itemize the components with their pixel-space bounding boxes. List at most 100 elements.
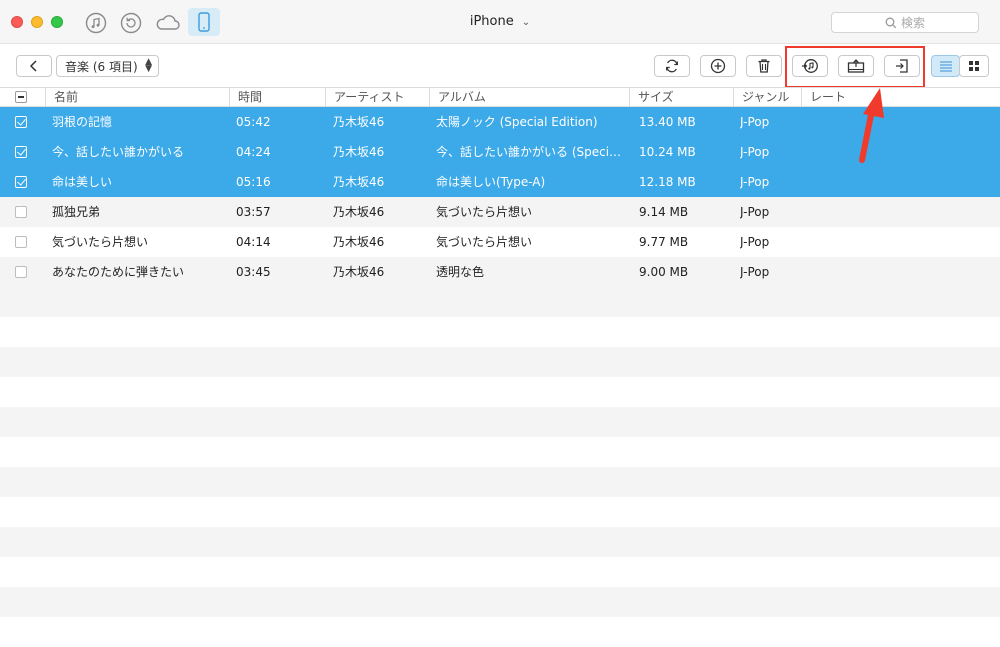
column-header-genre[interactable]: ジャンル [733,88,801,107]
column-header-name[interactable]: 名前 [45,88,229,107]
empty-row [0,497,1000,527]
cell-artist: 乃木坂46 [333,235,385,249]
cell-name: 気づいたら片想い [52,235,149,249]
cell-album: 気づいたら片想い [436,205,533,219]
cell-genre: J-Pop [740,145,770,159]
empty-row [0,377,1000,407]
cell-name: 羽根の記憶 [52,115,113,129]
table-header: 名前 時間 アーティスト アルバム サイズ ジャンル レート [0,87,1000,107]
cell-time: 05:16 [236,175,271,189]
cell-genre: J-Pop [740,205,770,219]
itunes-library-icon[interactable] [83,10,109,36]
row-checkbox[interactable] [15,146,27,158]
column-header-size[interactable]: サイズ [629,88,733,107]
cell-genre: J-Pop [740,235,770,249]
chevron-left-icon [29,60,37,72]
cell-size: 12.18 MB [639,175,696,189]
table-row[interactable]: 孤独兄弟 03:57 乃木坂46 気づいたら片想い 9.14 MB J-Pop [0,197,1000,227]
cell-size: 9.14 MB [639,205,689,219]
cell-name: 孤独兄弟 [52,205,101,219]
cell-artist: 乃木坂46 [333,145,385,159]
search-icon [885,17,897,28]
close-window-button[interactable] [11,16,23,28]
delete-button[interactable] [746,55,782,77]
row-checkbox[interactable] [15,266,27,278]
add-button[interactable] [700,55,736,77]
cell-size: 13.40 MB [639,115,696,129]
row-checkbox[interactable] [15,176,27,188]
column-header-album[interactable]: アルバム [429,88,629,107]
cell-album: 透明な色 [436,265,485,279]
empty-rows [0,287,1000,647]
backup-history-icon[interactable] [118,10,144,36]
empty-row [0,617,1000,647]
cell-album: 命は美しい(Type-A) [436,175,546,189]
back-button[interactable] [16,55,52,77]
empty-row [0,467,1000,497]
minimize-window-button[interactable] [31,16,43,28]
cell-album: 今、話したい誰かがいる (Special… [436,145,626,159]
column-header-artist[interactable]: アーティスト [325,88,429,107]
search-placeholder: 検索 [900,16,925,30]
cell-genre: J-Pop [740,265,770,279]
cell-time: 03:57 [236,205,271,219]
grid-view-icon [969,61,979,71]
device-name: iPhone [469,14,514,29]
maximize-window-button[interactable] [51,16,63,28]
refresh-button[interactable] [654,55,690,77]
cell-size: 10.24 MB [639,145,696,159]
empty-row [0,587,1000,617]
plus-circle-icon [710,58,726,74]
list-view-icon [939,61,952,72]
cell-artist: 乃木坂46 [333,265,385,279]
table-row[interactable]: 羽根の記憶 05:42 乃木坂46 太陽ノック (Special Edition) 13… [0,107,1000,137]
table-row[interactable]: 今、話したい誰かがいる 04:24 乃木坂46 今、話したい誰かがいる (Specia… [0,137,1000,167]
cell-artist: 乃木坂46 [333,205,385,219]
empty-row [0,557,1000,587]
song-table: 名前 時間 アーティスト アルバム サイズ ジャンル レート 羽根の記憶 05:4… [0,87,1000,647]
row-checkbox[interactable] [15,116,27,128]
trash-icon [758,59,770,73]
cell-album: 太陽ノック (Special Edition) [436,115,598,129]
title-bar: iPhone ⌄ 検索 [0,0,1000,44]
empty-row [0,287,1000,317]
category-label: 音楽 (6 項目) [65,59,138,74]
list-view-button[interactable] [931,55,960,77]
row-checkbox[interactable] [15,206,27,218]
device-iphone-icon[interactable] [188,8,220,36]
table-body: 羽根の記憶 05:42 乃木坂46 太陽ノック (Special Edition) 13… [0,107,1000,287]
table-row[interactable]: 命は美しい 05:16 乃木坂46 命は美しい(Type-A) 12.18 MB J-Po… [0,167,1000,197]
cell-genre: J-Pop [740,175,770,189]
empty-row [0,347,1000,377]
table-row[interactable]: あなたのために弾きたい 03:45 乃木坂46 透明な色 9.00 MB J-Pop [0,257,1000,287]
device-name-dropdown[interactable]: iPhone ⌄ [470,14,530,29]
cell-artist: 乃木坂46 [333,115,385,129]
column-header-time[interactable]: 時間 [229,88,325,107]
empty-row [0,317,1000,347]
cell-time: 03:45 [236,265,271,279]
category-select[interactable]: 音楽 (6 項目) ▲ ▼ [56,55,159,77]
empty-row [0,437,1000,467]
cell-name: 命は美しい [52,175,113,189]
cell-time: 04:14 [236,235,271,249]
cell-genre: J-Pop [740,115,770,129]
cell-time: 05:42 [236,115,271,129]
updown-chevron-icon: ▲ ▼ [145,57,152,74]
annotation-highlight-box [785,46,925,88]
cell-size: 9.77 MB [639,235,689,249]
row-checkbox[interactable] [15,236,27,248]
grid-view-button[interactable] [959,55,989,77]
search-input[interactable]: 検索 [831,12,979,33]
cell-size: 9.00 MB [639,265,689,279]
empty-row [0,407,1000,437]
chevron-down-icon: ⌄ [521,17,531,28]
cell-artist: 乃木坂46 [333,175,385,189]
empty-row [0,527,1000,557]
cell-name: 今、話したい誰かがいる [52,145,185,159]
select-all-checkbox[interactable] [15,91,27,103]
column-header-rating[interactable]: レート [801,88,1000,107]
cell-name: あなたのために弾きたい [52,265,185,279]
cell-album: 気づいたら片想い [436,235,533,249]
icloud-icon[interactable] [153,10,183,36]
table-row[interactable]: 気づいたら片想い 04:14 乃木坂46 気づいたら片想い 9.77 MB J-Pop [0,227,1000,257]
